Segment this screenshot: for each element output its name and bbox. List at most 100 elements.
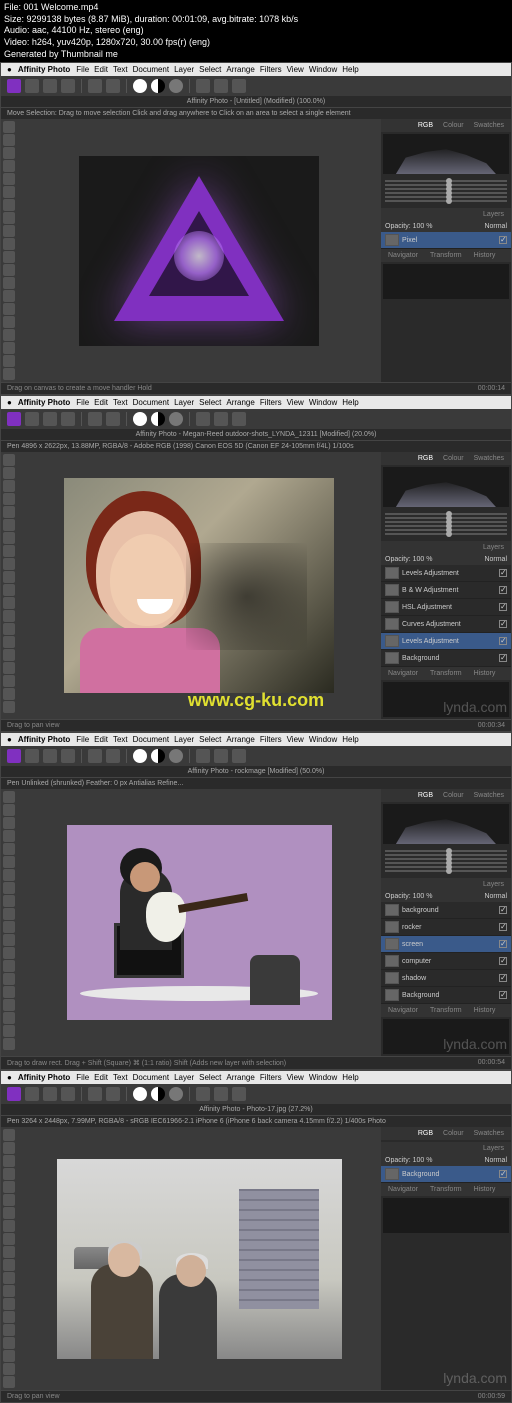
- view-mode-split-icon[interactable]: [151, 749, 165, 763]
- tab-history[interactable]: History: [471, 1185, 499, 1194]
- tab-rgb[interactable]: RGB: [415, 791, 436, 800]
- menu-filters[interactable]: Filters: [260, 735, 282, 744]
- menu-window[interactable]: Window: [309, 65, 337, 74]
- tab-swatches[interactable]: Swatches: [471, 454, 507, 463]
- tab-history[interactable]: History: [471, 669, 499, 678]
- view-mode-light-icon[interactable]: [133, 79, 147, 93]
- selection-brush-icon[interactable]: [3, 493, 15, 505]
- gradient-icon[interactable]: [3, 649, 15, 661]
- smudge-icon[interactable]: [3, 623, 15, 635]
- view-tool-icon[interactable]: [3, 1142, 15, 1154]
- layer-item[interactable]: Background: [381, 1166, 511, 1183]
- menu-view[interactable]: View: [287, 65, 304, 74]
- menu-help[interactable]: Help: [342, 1073, 358, 1082]
- blend-mode[interactable]: Normal: [484, 223, 507, 230]
- shape-tool-icon[interactable]: [3, 1012, 15, 1024]
- inpaint-icon[interactable]: [3, 921, 15, 933]
- menu-window[interactable]: Window: [309, 735, 337, 744]
- menu-layer[interactable]: Layer: [174, 1073, 194, 1082]
- paint-brush-icon[interactable]: [3, 1207, 15, 1219]
- canvas-area[interactable]: [17, 1127, 381, 1390]
- menu-layer[interactable]: Layer: [174, 65, 194, 74]
- menu-arrange[interactable]: Arrange: [226, 735, 254, 744]
- inpaint-icon[interactable]: [3, 1259, 15, 1271]
- layer-visibility-toggle[interactable]: [499, 1170, 507, 1178]
- smudge-icon[interactable]: [3, 960, 15, 972]
- export-persona-icon[interactable]: [61, 1087, 75, 1101]
- flood-select-icon[interactable]: [3, 506, 15, 518]
- tab-history[interactable]: History: [471, 251, 499, 260]
- menu-file[interactable]: File: [76, 65, 89, 74]
- assistant-icon[interactable]: [232, 412, 246, 426]
- dodge-icon[interactable]: [3, 597, 15, 609]
- menu-file[interactable]: File: [76, 735, 89, 744]
- tab-layers[interactable]: Layers: [480, 210, 507, 219]
- menu-help[interactable]: Help: [342, 65, 358, 74]
- erase-icon[interactable]: [3, 545, 15, 557]
- quick-mask-icon[interactable]: [196, 412, 210, 426]
- arrange-icon[interactable]: [214, 749, 228, 763]
- tab-navigator[interactable]: Navigator: [385, 669, 421, 678]
- assistant-icon[interactable]: [232, 1087, 246, 1101]
- tab-transform[interactable]: Transform: [427, 251, 465, 260]
- inpaint-icon[interactable]: [3, 584, 15, 596]
- paint-brush-icon[interactable]: [3, 869, 15, 881]
- shape-tool-icon[interactable]: [3, 675, 15, 687]
- pen-tool-icon[interactable]: [3, 1311, 15, 1323]
- canvas[interactable]: [64, 478, 334, 693]
- canvas[interactable]: [79, 156, 319, 346]
- move-tool-icon[interactable]: [3, 121, 15, 133]
- color-picker-icon[interactable]: [3, 1025, 15, 1037]
- canvas-area[interactable]: [17, 789, 381, 1056]
- menu-arrange[interactable]: Arrange: [226, 398, 254, 407]
- quick-mask-icon[interactable]: [196, 749, 210, 763]
- assistant-icon[interactable]: [232, 79, 246, 93]
- menu-arrange[interactable]: Arrange: [226, 1073, 254, 1082]
- layer-item[interactable]: shadow: [381, 970, 511, 987]
- tab-swatches[interactable]: Swatches: [471, 121, 507, 130]
- liquify-persona-icon[interactable]: [25, 79, 39, 93]
- crop-tool-icon[interactable]: [3, 147, 15, 159]
- menu-view[interactable]: View: [287, 735, 304, 744]
- blend-mode[interactable]: Normal: [484, 556, 507, 563]
- tab-rgb[interactable]: RGB: [415, 1129, 436, 1138]
- force-pixel-icon[interactable]: [106, 412, 120, 426]
- menu-text[interactable]: Text: [113, 1073, 128, 1082]
- tab-transform[interactable]: Transform: [427, 1006, 465, 1015]
- view-mode-mirror-icon[interactable]: [169, 749, 183, 763]
- layer-visibility-toggle[interactable]: [499, 940, 507, 948]
- menu-document[interactable]: Document: [133, 1073, 169, 1082]
- tab-navigator[interactable]: Navigator: [385, 1006, 421, 1015]
- burn-icon[interactable]: [3, 610, 15, 622]
- text-tool-icon[interactable]: [3, 329, 15, 341]
- force-pixel-icon[interactable]: [106, 1087, 120, 1101]
- blend-mode[interactable]: Normal: [484, 1157, 507, 1164]
- layer-item[interactable]: Levels Adjustment: [381, 633, 511, 650]
- gradient-icon[interactable]: [3, 1324, 15, 1336]
- burn-icon[interactable]: [3, 277, 15, 289]
- zoom-tool-icon[interactable]: [3, 368, 15, 380]
- develop-persona-icon[interactable]: [43, 79, 57, 93]
- tab-colour[interactable]: Colour: [440, 454, 467, 463]
- tab-swatches[interactable]: Swatches: [471, 791, 507, 800]
- shape-tool-icon[interactable]: [3, 342, 15, 354]
- menu-help[interactable]: Help: [342, 735, 358, 744]
- layer-visibility-toggle[interactable]: [499, 586, 507, 594]
- slider[interactable]: [385, 200, 507, 202]
- layer-visibility-toggle[interactable]: [499, 637, 507, 645]
- arrange-icon[interactable]: [214, 1087, 228, 1101]
- slider[interactable]: [385, 533, 507, 535]
- layer-item[interactable]: Background: [381, 987, 511, 1004]
- menu-filters[interactable]: Filters: [260, 1073, 282, 1082]
- heal-icon[interactable]: [3, 238, 15, 250]
- erase-icon[interactable]: [3, 1220, 15, 1232]
- menu-filters[interactable]: Filters: [260, 398, 282, 407]
- menu-edit[interactable]: Edit: [94, 1073, 108, 1082]
- tab-swatches[interactable]: Swatches: [471, 1129, 507, 1138]
- photo-persona-icon[interactable]: [7, 1087, 21, 1101]
- gradient-icon[interactable]: [3, 986, 15, 998]
- snap-icon[interactable]: [88, 749, 102, 763]
- tab-layers[interactable]: Layers: [480, 543, 507, 552]
- photo-persona-icon[interactable]: [7, 749, 21, 763]
- crop-tool-icon[interactable]: [3, 480, 15, 492]
